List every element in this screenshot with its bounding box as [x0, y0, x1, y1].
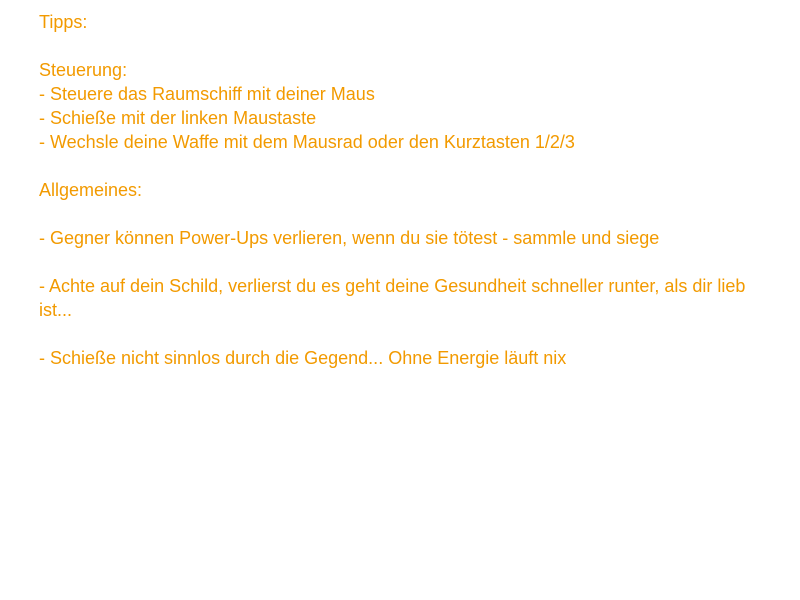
tips-heading: Tipps: [39, 12, 88, 32]
general-item: - Achte auf dein Schild, verlierst du es… [39, 276, 751, 320]
controls-item: - Steuere das Raumschiff mit deiner Maus [39, 84, 375, 104]
general-item: - Schieße nicht sinnlos durch die Gegend… [39, 348, 567, 368]
controls-item: - Schieße mit der linken Maustaste [39, 108, 317, 128]
controls-item: - Wechsle deine Waffe mit dem Mausrad od… [39, 132, 575, 152]
controls-heading: Steuerung: [39, 60, 128, 80]
general-item: - Gegner können Power-Ups verlieren, wen… [39, 228, 660, 248]
general-heading: Allgemeines: [39, 180, 143, 200]
tips-panel: Tipps: Steuerung: - Steuere das Raumschi… [39, 10, 759, 370]
